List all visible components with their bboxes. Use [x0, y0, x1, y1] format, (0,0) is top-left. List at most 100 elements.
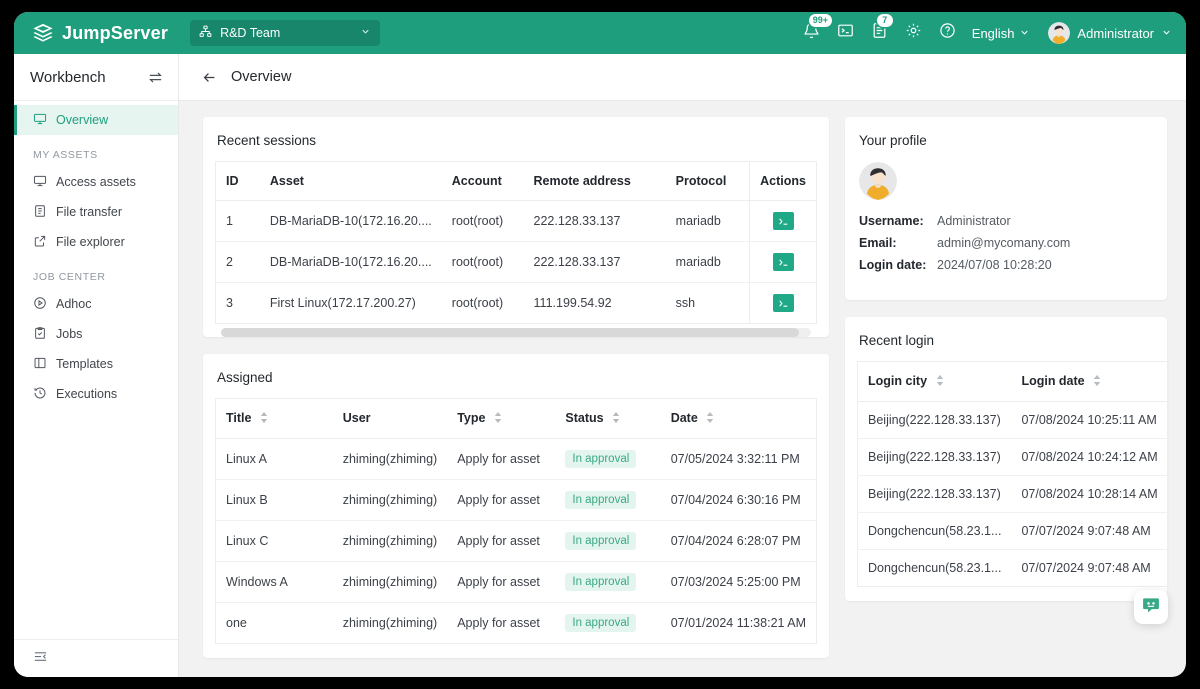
- cell-status: In approval: [555, 561, 660, 602]
- help-button[interactable]: [938, 23, 958, 43]
- language-selector[interactable]: English: [972, 26, 1031, 41]
- column-header-label: Status: [565, 411, 603, 425]
- cell-account: root(root): [442, 283, 524, 324]
- table-header-row: ID Asset Account Remote address Protocol…: [216, 162, 817, 201]
- avatar: [1048, 22, 1070, 44]
- right-column: Your profile Username: [845, 117, 1167, 677]
- table-row[interactable]: Dongchencun(58.23.1... 07/07/2024 9:07:4…: [858, 512, 1169, 549]
- connect-terminal-button[interactable]: [773, 253, 794, 271]
- field-value: 2024/07/08 10:28:20: [937, 258, 1052, 272]
- table-row[interactable]: Dongchencun(58.23.1... 07/07/2024 9:07:4…: [858, 549, 1169, 586]
- sidebar-item-adhoc[interactable]: Adhoc: [14, 289, 178, 319]
- column-header-asset[interactable]: Asset: [260, 162, 442, 201]
- table-row[interactable]: Linux A zhiming(zhiming) Apply for asset…: [216, 438, 817, 479]
- cell-user: zhiming(zhiming): [333, 561, 447, 602]
- cell-type: Apply for asset: [447, 561, 555, 602]
- swap-arrows-icon[interactable]: [147, 69, 164, 86]
- table-row[interactable]: one zhiming(zhiming) Apply for asset In …: [216, 602, 817, 643]
- connect-terminal-button[interactable]: [773, 212, 794, 230]
- profile-field-username: Username: Administrator: [859, 214, 1167, 228]
- cell-asset: First Linux(172.17.200.27): [260, 283, 442, 324]
- menu-fold-icon[interactable]: [33, 649, 48, 669]
- sidebar-item-label: Overview: [56, 113, 108, 127]
- profile-field-login-date: Login date: 2024/07/08 10:28:20: [859, 258, 1167, 272]
- cell-id: 2: [216, 242, 260, 283]
- table-row[interactable]: 1 DB-MariaDB-10(172.16.20.... root(root)…: [216, 201, 817, 242]
- table-row[interactable]: Beijing(222.128.33.137) 07/08/2024 10:25…: [858, 401, 1169, 438]
- sidebar-item-executions[interactable]: Executions: [14, 379, 178, 409]
- horizontal-scrollbar[interactable]: [221, 328, 811, 337]
- sidebar-item-templates[interactable]: Templates: [14, 349, 178, 379]
- column-header-user: User: [333, 399, 447, 439]
- ticket-title-link[interactable]: Windows A: [216, 561, 333, 602]
- column-header-type[interactable]: Type: [447, 399, 555, 439]
- connect-terminal-button[interactable]: [773, 294, 794, 312]
- table-header-row: Title User Type: [216, 399, 817, 439]
- clipboard-check-icon: [33, 326, 47, 343]
- table-row[interactable]: Beijing(222.128.33.137) 07/08/2024 10:28…: [858, 475, 1169, 512]
- sort-icon[interactable]: [1093, 375, 1101, 389]
- sidebar-item-file-explorer[interactable]: File explorer: [14, 227, 178, 257]
- cell-asset: DB-MariaDB-10(172.16.20....: [260, 242, 442, 283]
- brand-logo-link[interactable]: JumpServer: [32, 22, 168, 44]
- table-row[interactable]: 3 First Linux(172.17.200.27) root(root) …: [216, 283, 817, 324]
- sort-icon[interactable]: [706, 412, 714, 426]
- sidebar-item-jobs[interactable]: Jobs: [14, 319, 178, 349]
- tickets-button[interactable]: 7: [870, 23, 890, 43]
- table-row[interactable]: 2 DB-MariaDB-10(172.16.20.... root(root)…: [216, 242, 817, 283]
- column-header-title[interactable]: Title: [216, 399, 333, 439]
- column-header-account[interactable]: Account: [442, 162, 524, 201]
- cell-type: Apply for asset: [447, 438, 555, 479]
- table-row[interactable]: Linux C zhiming(zhiming) Apply for asset…: [216, 520, 817, 561]
- profile-body: Username: Administrator Email: admin@myc…: [845, 148, 1167, 300]
- cell-status: In approval: [555, 602, 660, 643]
- column-header-id[interactable]: ID: [216, 162, 260, 201]
- sort-icon[interactable]: [260, 412, 268, 426]
- cell-date: 07/04/2024 6:30:16 PM: [661, 479, 817, 520]
- sidebar-item-access-assets[interactable]: Access assets: [14, 167, 178, 197]
- ticket-title-link[interactable]: Linux B: [216, 479, 333, 520]
- cell-user: zhiming(zhiming): [333, 520, 447, 561]
- column-header-date[interactable]: Date: [661, 399, 817, 439]
- chat-robot-icon: [1141, 595, 1161, 620]
- cell-login-city: Beijing(222.128.33.137): [858, 401, 1012, 438]
- ticket-title-link[interactable]: one: [216, 602, 333, 643]
- table-row[interactable]: Linux B zhiming(zhiming) Apply for asset…: [216, 479, 817, 520]
- column-header-status[interactable]: Status: [555, 399, 660, 439]
- cell-remote-address: 111.199.54.92: [524, 283, 666, 324]
- column-header-login-city[interactable]: Login city: [858, 362, 1012, 402]
- ticket-title-link[interactable]: Linux C: [216, 520, 333, 561]
- terminal-button[interactable]: [836, 23, 856, 43]
- sidebar-item-overview[interactable]: Overview: [14, 105, 178, 135]
- cell-login-date: 07/08/2024 10:28:14 AM: [1011, 475, 1168, 512]
- column-header-login-date[interactable]: Login date: [1011, 362, 1168, 402]
- field-label: Username:: [859, 214, 937, 228]
- settings-button[interactable]: [904, 23, 924, 43]
- user-menu[interactable]: Administrator: [1048, 22, 1172, 44]
- sort-icon[interactable]: [494, 412, 502, 426]
- status-badge: In approval: [565, 532, 636, 550]
- chevron-down-icon: [1161, 26, 1172, 41]
- avatar: [859, 162, 1167, 200]
- table-row[interactable]: Beijing(222.128.33.137) 07/08/2024 10:24…: [858, 438, 1169, 475]
- sidebar-item-file-transfer[interactable]: File transfer: [14, 197, 178, 227]
- ticket-title-link[interactable]: Linux A: [216, 438, 333, 479]
- cell-login-date: 07/08/2024 10:25:11 AM: [1011, 401, 1168, 438]
- monitor-icon: [33, 112, 47, 129]
- sidebar-group-job-center: JOB CENTER: [14, 257, 178, 289]
- organization-selector[interactable]: R&D Team: [190, 20, 380, 46]
- terminal-icon: [837, 22, 854, 44]
- table-row[interactable]: Windows A zhiming(zhiming) Apply for ass…: [216, 561, 817, 602]
- column-header-remote-address[interactable]: Remote address: [524, 162, 666, 201]
- sidebar: Workbench Overview MY ASSETS: [14, 54, 179, 677]
- profile-card: Your profile Username: [845, 117, 1167, 300]
- status-badge: In approval: [565, 573, 636, 591]
- sort-icon[interactable]: [936, 375, 944, 389]
- sort-icon[interactable]: [612, 412, 620, 426]
- column-header-protocol[interactable]: Protocol: [666, 162, 750, 201]
- left-column: Recent sessions ID Asset Account Remote …: [203, 117, 829, 677]
- chat-assistant-button[interactable]: [1134, 590, 1168, 624]
- arrow-left-icon[interactable]: [201, 69, 218, 86]
- cell-actions: [750, 242, 817, 283]
- notifications-button[interactable]: 99+: [802, 23, 822, 43]
